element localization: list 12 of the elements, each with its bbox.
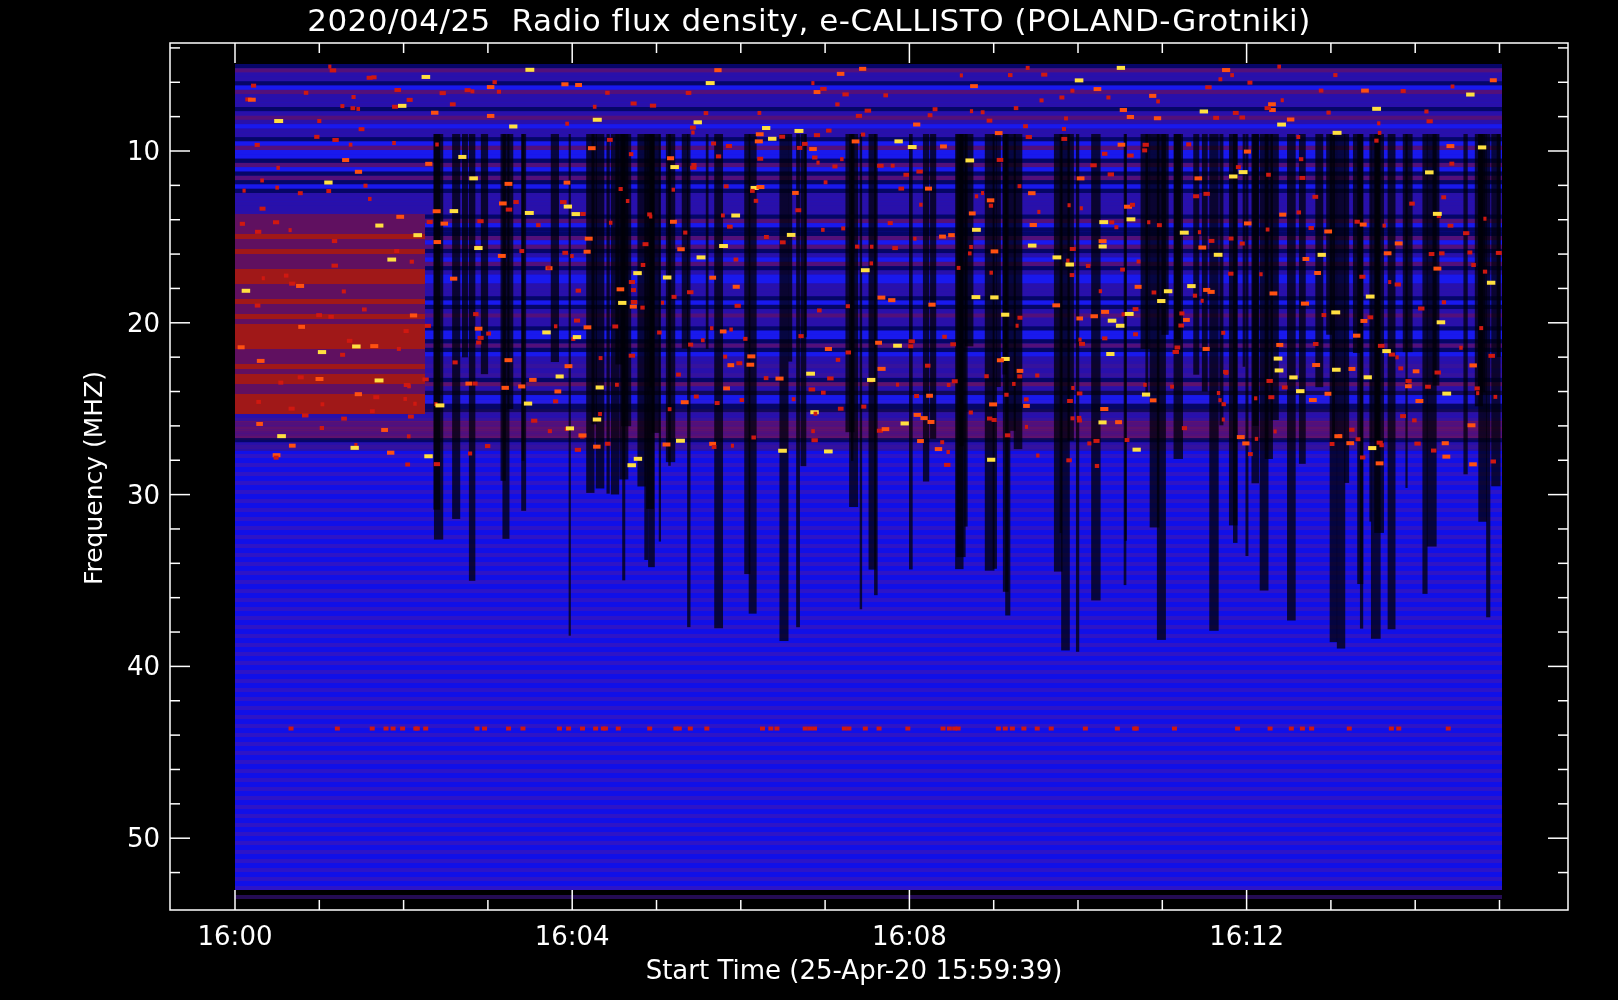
y-tick-label: 40: [126, 651, 160, 682]
x-tick-label: 16:12: [1209, 921, 1285, 951]
x-tick-label: 16:04: [534, 921, 610, 951]
plot-title: 2020/04/25 Radio flux density, e-CALLISTO (POLAND-Grotniki): [307, 2, 1311, 38]
y-tick-label: 50: [126, 823, 160, 854]
x-tick-label: 16:08: [871, 921, 947, 951]
y-tick-label: 20: [126, 307, 160, 338]
y-tick-label: 30: [126, 479, 160, 510]
x-axis-label: Start Time (25-Apr-20 15:59:39): [645, 955, 1063, 985]
y-axis-label: Frequency (MHZ): [79, 370, 108, 586]
x-tick-label: 16:00: [197, 921, 273, 951]
y-tick-label: 10: [126, 136, 160, 166]
